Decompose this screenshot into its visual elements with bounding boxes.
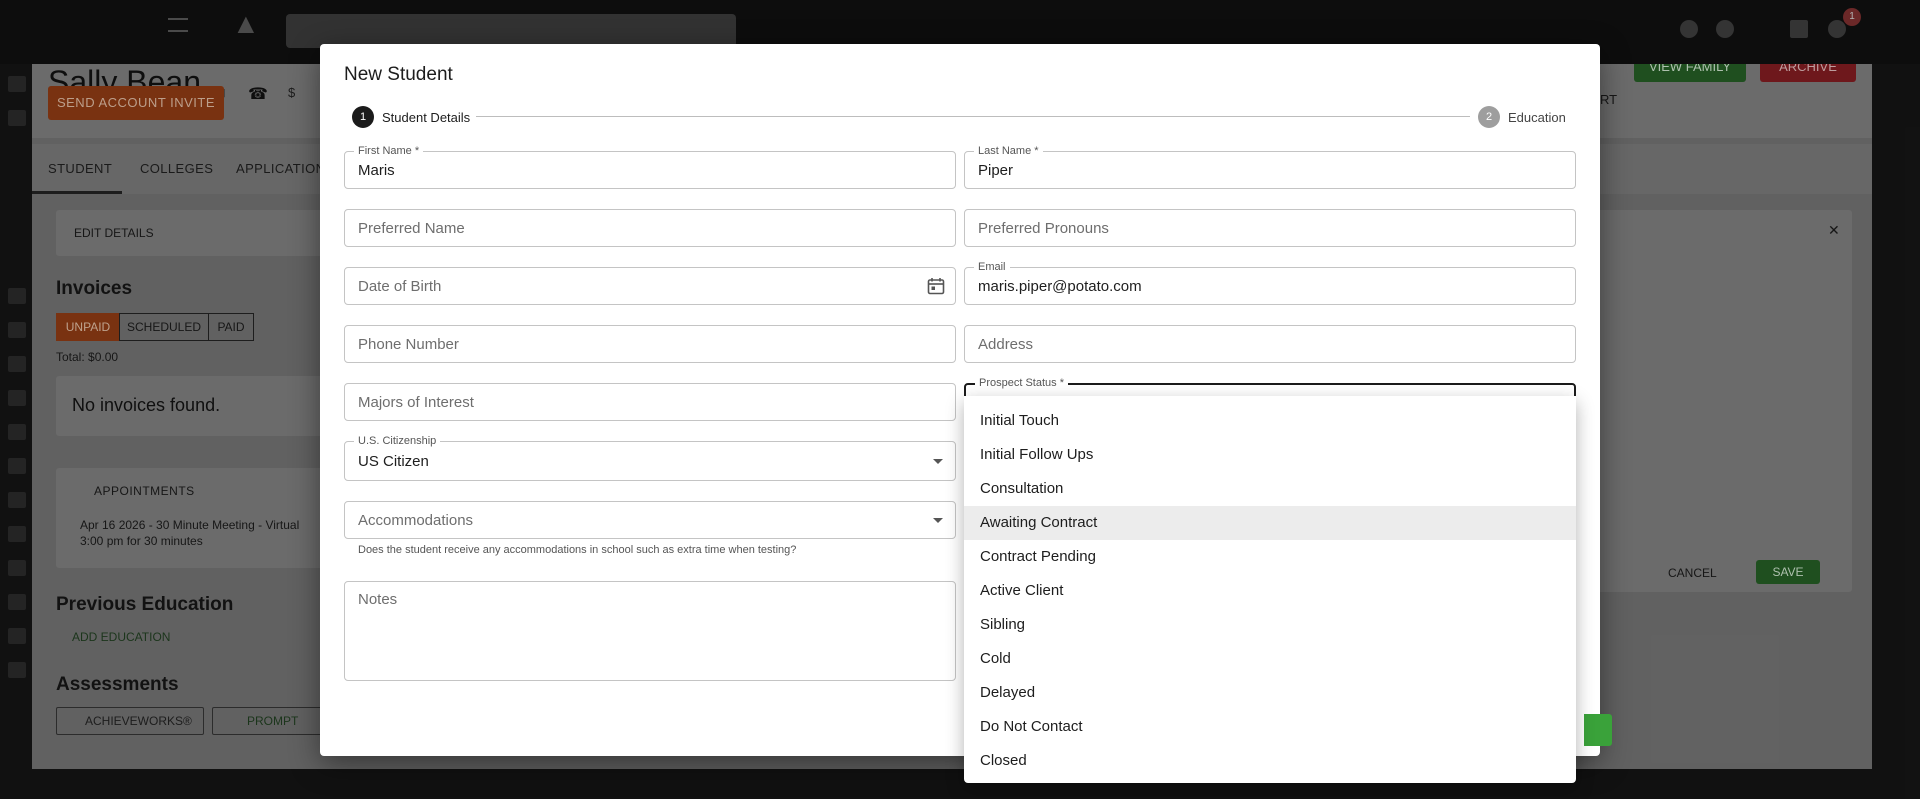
calendar-icon[interactable]	[927, 277, 945, 295]
step-2-indicator: 2	[1478, 106, 1500, 128]
menu-item-cold[interactable]: Cold	[964, 642, 1576, 676]
menu-item-awaiting-contract[interactable]: Awaiting Contract	[964, 506, 1576, 540]
preferred-pronouns-field[interactable]: Preferred Pronouns	[964, 209, 1576, 247]
menu-item-consultation[interactable]: Consultation	[964, 472, 1576, 506]
first-name-value: Maris	[358, 162, 395, 179]
menu-item-active-client[interactable]: Active Client	[964, 574, 1576, 608]
last-name-field[interactable]: Last Name * Piper	[964, 144, 1576, 189]
chevron-down-icon	[933, 459, 943, 464]
menu-item-initial-touch[interactable]: Initial Touch	[964, 404, 1576, 438]
preferred-pronouns-placeholder: Preferred Pronouns	[978, 220, 1109, 237]
accommodations-placeholder: Accommodations	[358, 512, 474, 529]
menu-item-sibling[interactable]: Sibling	[964, 608, 1576, 642]
majors-of-interest-field[interactable]: Majors of Interest	[344, 383, 956, 421]
preferred-name-placeholder: Preferred Name	[358, 220, 465, 237]
menu-item-closed[interactable]: Closed	[964, 744, 1576, 778]
stepper-connector	[476, 116, 1470, 117]
preferred-name-field[interactable]: Preferred Name	[344, 209, 956, 247]
last-name-value: Piper	[978, 162, 1014, 179]
prospect-status-menu: Initial Touch Initial Follow Ups Consult…	[964, 396, 1576, 783]
phone-number-placeholder: Phone Number	[358, 336, 459, 353]
notes-placeholder: Notes	[358, 591, 398, 608]
accommodations-select[interactable]: Accommodations	[344, 501, 956, 539]
email-field[interactable]: Email maris.piper@potato.com	[964, 260, 1576, 305]
menu-item-contract-pending[interactable]: Contract Pending	[964, 540, 1576, 574]
next-button[interactable]	[1584, 714, 1612, 746]
dialog-title: New Student	[344, 64, 453, 85]
phone-number-field[interactable]: Phone Number	[344, 325, 956, 363]
address-placeholder: Address	[978, 336, 1034, 353]
step-1-label: Student Details	[382, 110, 471, 125]
accommodations-helper-text: Does the student receive any accommodati…	[358, 544, 797, 556]
date-of-birth-field[interactable]: Date of Birth	[344, 267, 956, 305]
menu-item-delayed[interactable]: Delayed	[964, 676, 1576, 710]
address-field[interactable]: Address	[964, 325, 1576, 363]
majors-of-interest-placeholder: Majors of Interest	[358, 394, 474, 411]
us-citizenship-value: US Citizen	[358, 453, 429, 470]
first-name-field[interactable]: First Name * Maris	[344, 144, 956, 189]
chevron-down-icon	[933, 518, 943, 523]
email-value: maris.piper@potato.com	[978, 278, 1142, 295]
menu-item-initial-follow-ups[interactable]: Initial Follow Ups	[964, 438, 1576, 472]
menu-item-do-not-contact[interactable]: Do Not Contact	[964, 710, 1576, 744]
us-citizenship-select[interactable]: U.S. Citizenship US Citizen	[344, 434, 956, 481]
notes-textarea[interactable]: Notes	[344, 581, 956, 681]
date-of-birth-placeholder: Date of Birth	[358, 278, 442, 295]
prospect-status-label: Prospect Status *	[975, 376, 1068, 390]
step-1-indicator: 1	[352, 106, 374, 128]
step-2-label: Education	[1508, 110, 1566, 125]
